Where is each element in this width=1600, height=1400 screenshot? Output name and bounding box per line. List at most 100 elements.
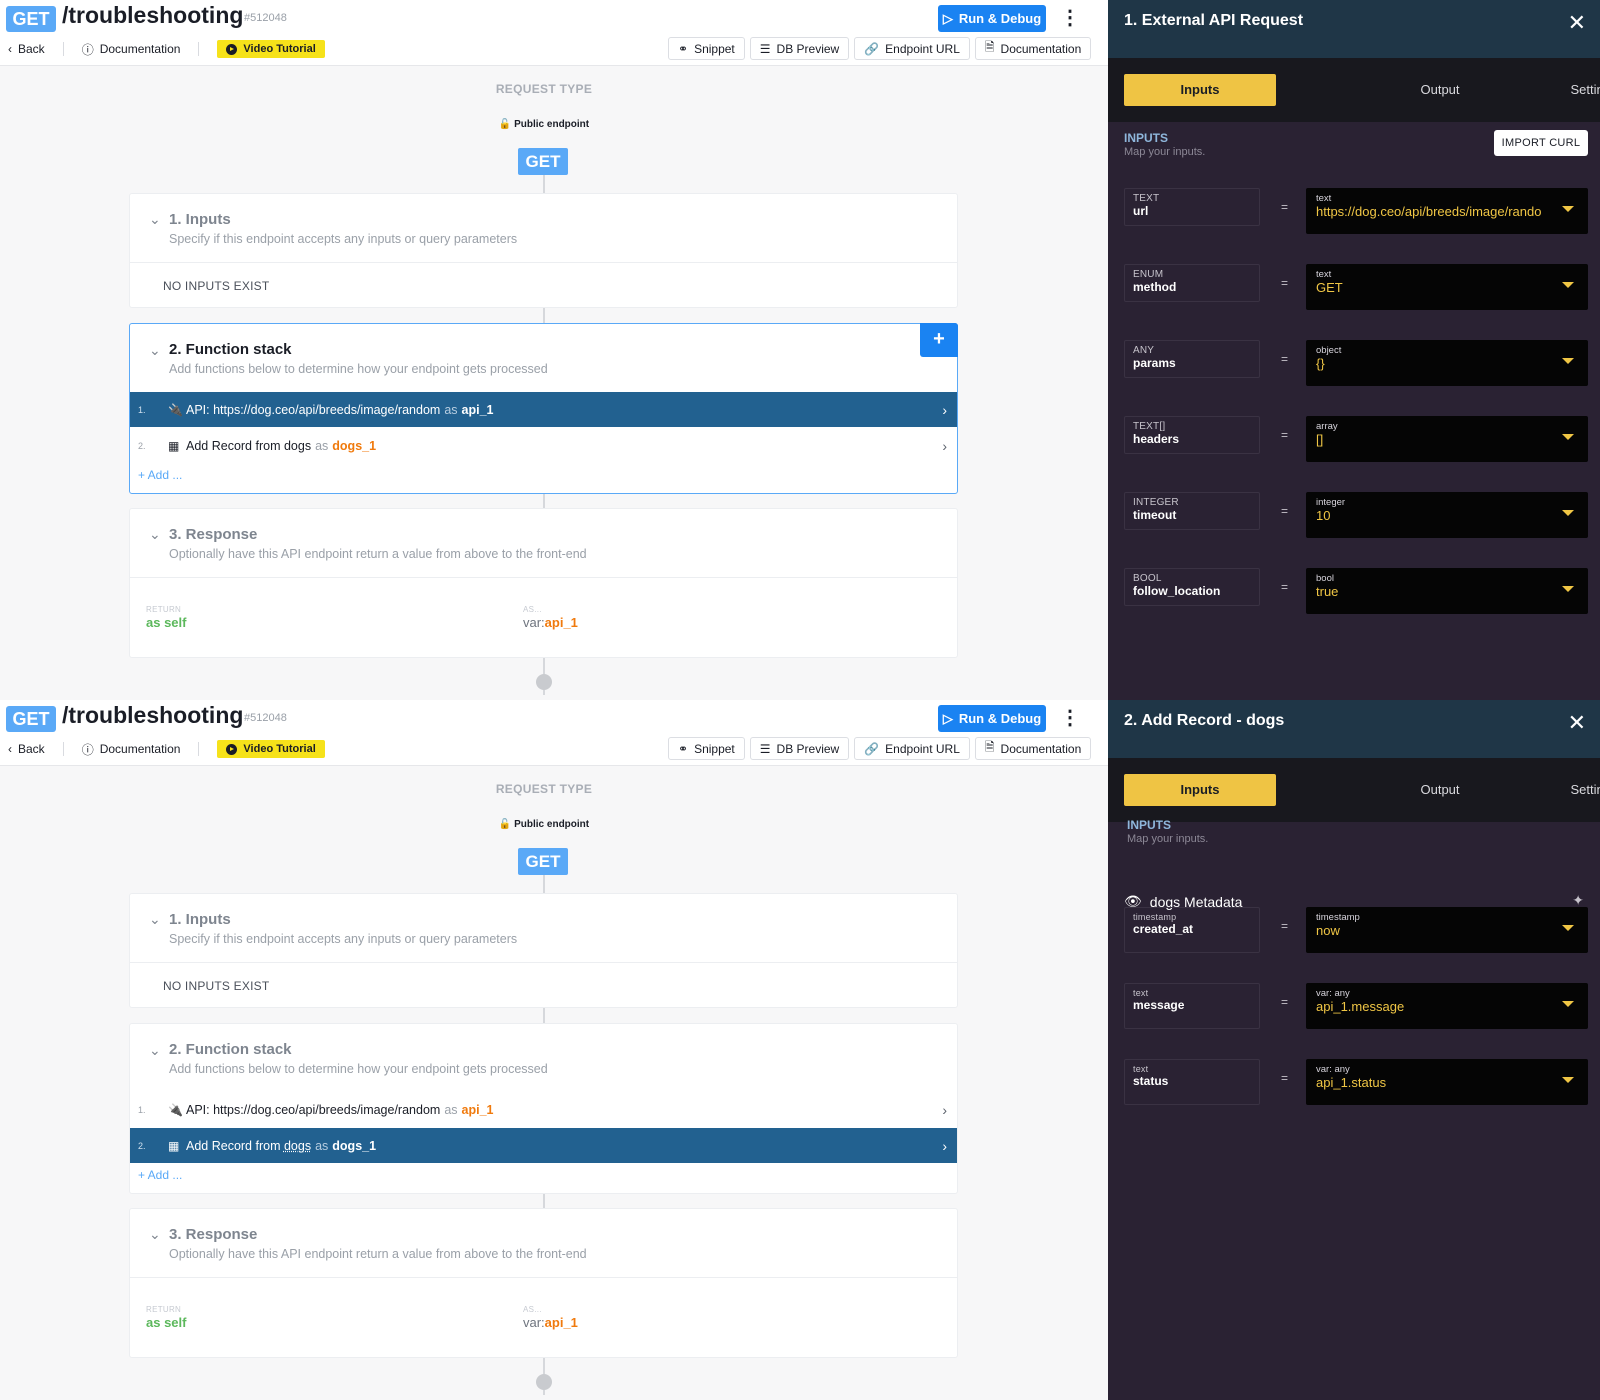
function-row-api[interactable]: 1. 🔌 API: https://dog.ceo/api/breeds/ima…	[130, 392, 957, 427]
function-stack-title[interactable]: 2. Function stack	[169, 341, 292, 358]
as-keyword: as	[444, 1102, 458, 1117]
table-name[interactable]: dogs	[284, 1139, 311, 1153]
key-name: params	[1133, 356, 1176, 370]
divider	[198, 742, 200, 756]
value-type: object	[1316, 345, 1342, 356]
return-value[interactable]: as self	[146, 1315, 186, 1330]
run-debug-button[interactable]: ▷ Run & Debug	[938, 5, 1046, 32]
chevron-down-icon[interactable]	[1562, 925, 1574, 931]
screen-top: GET /troubleshooting #512048 ▷ Run & Deb…	[0, 0, 1600, 700]
chevron-down-icon[interactable]	[1562, 282, 1574, 288]
value-field[interactable]: integer 10	[1306, 492, 1588, 538]
inputs-title[interactable]: 1. Inputs	[169, 911, 231, 928]
response-title[interactable]: 3. Response	[169, 526, 257, 543]
function-alias: dogs_1	[332, 1138, 377, 1153]
chevron-down-icon[interactable]: ⌄	[149, 1042, 161, 1059]
request-verb-pill[interactable]: GET	[518, 148, 568, 175]
inputs-title[interactable]: 1. Inputs	[169, 211, 231, 228]
chevron-right-icon: ›	[942, 401, 947, 418]
chevron-down-icon[interactable]	[1562, 206, 1574, 212]
equals-sign: =	[1281, 1071, 1289, 1085]
back-link[interactable]: ‹ Back	[8, 42, 45, 56]
input-key: TEXT url	[1124, 188, 1260, 226]
snippet-button[interactable]: ⚭ Snippet	[668, 737, 745, 760]
tab-settings[interactable]: Settings	[1544, 774, 1600, 806]
more-options-icon[interactable]: ⋮	[1060, 6, 1080, 30]
function-alias: dogs_1	[332, 438, 377, 453]
documentation-label: Documentation	[99, 42, 181, 56]
function-stack-title[interactable]: 2. Function stack	[169, 1041, 292, 1058]
value-text: now	[1316, 923, 1340, 938]
tab-output[interactable]: Output	[1390, 774, 1490, 806]
response-title[interactable]: 3. Response	[169, 1226, 257, 1243]
value-field[interactable]: text GET	[1306, 264, 1588, 310]
chevron-down-icon[interactable]	[1562, 1077, 1574, 1083]
back-label: Back	[18, 742, 45, 756]
chevron-down-icon[interactable]	[1562, 586, 1574, 592]
chevron-down-icon[interactable]	[1562, 434, 1574, 440]
request-verb-pill[interactable]: GET	[518, 848, 568, 875]
documentation-button[interactable]: 🗎 Documentation	[974, 37, 1092, 60]
function-label: API: https://dog.ceo/api/breeds/image/ra…	[186, 1102, 441, 1117]
value-field[interactable]: array[]	[1306, 416, 1588, 462]
panel-header: 1. External API Request ✕	[1108, 0, 1600, 58]
value-field[interactable]: text https://dog.ceo/api/breeds/image/ran…	[1306, 188, 1588, 234]
tab-output[interactable]: Output	[1390, 74, 1490, 106]
tab-inputs[interactable]: Inputs	[1124, 74, 1276, 106]
documentation-link[interactable]: ⓘ Documentation	[82, 41, 181, 58]
documentation-link[interactable]: ⓘ Documentation	[82, 741, 181, 758]
value-field[interactable]: var: any api_1.status	[1306, 1059, 1588, 1105]
inputs-card: ⌄ 1. Inputs Specify if this endpoint acc…	[129, 193, 958, 308]
return-value[interactable]: as self	[146, 615, 186, 630]
chevron-down-icon[interactable]: ⌄	[149, 1226, 161, 1243]
run-debug-button[interactable]: ▷ Run & Debug	[938, 705, 1046, 732]
tab-settings[interactable]: Settings	[1544, 74, 1600, 106]
screen-bottom: GET /troubleshooting #512048 ▷ Run & Deb…	[0, 700, 1600, 1400]
db-preview-button[interactable]: ☰ DB Preview	[749, 37, 850, 60]
add-function-link[interactable]: + Add ...	[138, 468, 182, 482]
chevron-down-icon[interactable]: ⌄	[149, 211, 161, 228]
video-tutorial-button[interactable]: Video Tutorial	[217, 740, 325, 758]
input-key: TEXT[] headers	[1124, 416, 1260, 454]
public-endpoint-label[interactable]: 🔓 Public endpoint	[0, 119, 1088, 130]
public-endpoint-label[interactable]: 🔓 Public endpoint	[0, 819, 1088, 830]
more-options-icon[interactable]: ⋮	[1060, 706, 1080, 730]
divider	[130, 1277, 957, 1278]
documentation-button[interactable]: 🗎 Documentation	[974, 737, 1092, 760]
return-var[interactable]: var:api_1	[523, 1315, 578, 1330]
value-field[interactable]: var: any api_1.message	[1306, 983, 1588, 1029]
key-name: timeout	[1133, 508, 1177, 522]
inputs-heading: INPUTS	[1124, 131, 1169, 145]
function-row-add-record[interactable]: 2. ▦ Add Record from dogs as dogs_1 ›	[130, 428, 957, 463]
endpoint-url-button[interactable]: 🔗 Endpoint URL	[854, 37, 970, 60]
back-link[interactable]: ‹ Back	[8, 742, 45, 756]
value-field[interactable]: object{}	[1306, 340, 1588, 386]
snippet-button[interactable]: ⚭ Snippet	[668, 37, 745, 60]
close-icon[interactable]: ✕	[1568, 710, 1586, 736]
chevron-down-icon[interactable]	[1562, 358, 1574, 364]
db-preview-button[interactable]: ☰ DB Preview	[749, 737, 850, 760]
endpoint-url-button[interactable]: 🔗 Endpoint URL	[854, 737, 970, 760]
play-icon: ▷	[942, 10, 953, 26]
chevron-down-icon[interactable]	[1562, 1001, 1574, 1007]
chevron-right-icon: ›	[942, 437, 947, 454]
import-curl-button[interactable]: IMPORT CURL	[1494, 130, 1588, 156]
chevron-down-icon[interactable]: ⌄	[149, 342, 161, 359]
function-row-add-record[interactable]: 2. ▦ Add Record from dogs as dogs_1 ›	[130, 1128, 957, 1163]
tab-inputs[interactable]: Inputs	[1124, 774, 1276, 806]
function-row-api[interactable]: 1. 🔌 API: https://dog.ceo/api/breeds/ima…	[130, 1092, 957, 1127]
add-function-link[interactable]: + Add ...	[138, 1168, 182, 1182]
chevron-down-icon[interactable]	[1562, 510, 1574, 516]
document-icon: 🗎	[984, 40, 995, 54]
value-field[interactable]: timestamp now	[1306, 907, 1588, 953]
back-label: Back	[18, 42, 45, 56]
chevron-down-icon[interactable]: ⌄	[149, 526, 161, 543]
value-field[interactable]: bool true	[1306, 568, 1588, 614]
video-tutorial-button[interactable]: Video Tutorial	[217, 40, 325, 58]
close-icon[interactable]: ✕	[1568, 10, 1586, 36]
chevron-down-icon[interactable]: ⌄	[149, 911, 161, 928]
link-icon: 🔗	[864, 741, 880, 756]
add-function-button[interactable]: +	[920, 323, 958, 357]
return-var[interactable]: var:api_1	[523, 615, 578, 630]
play-circle-icon	[226, 43, 238, 55]
